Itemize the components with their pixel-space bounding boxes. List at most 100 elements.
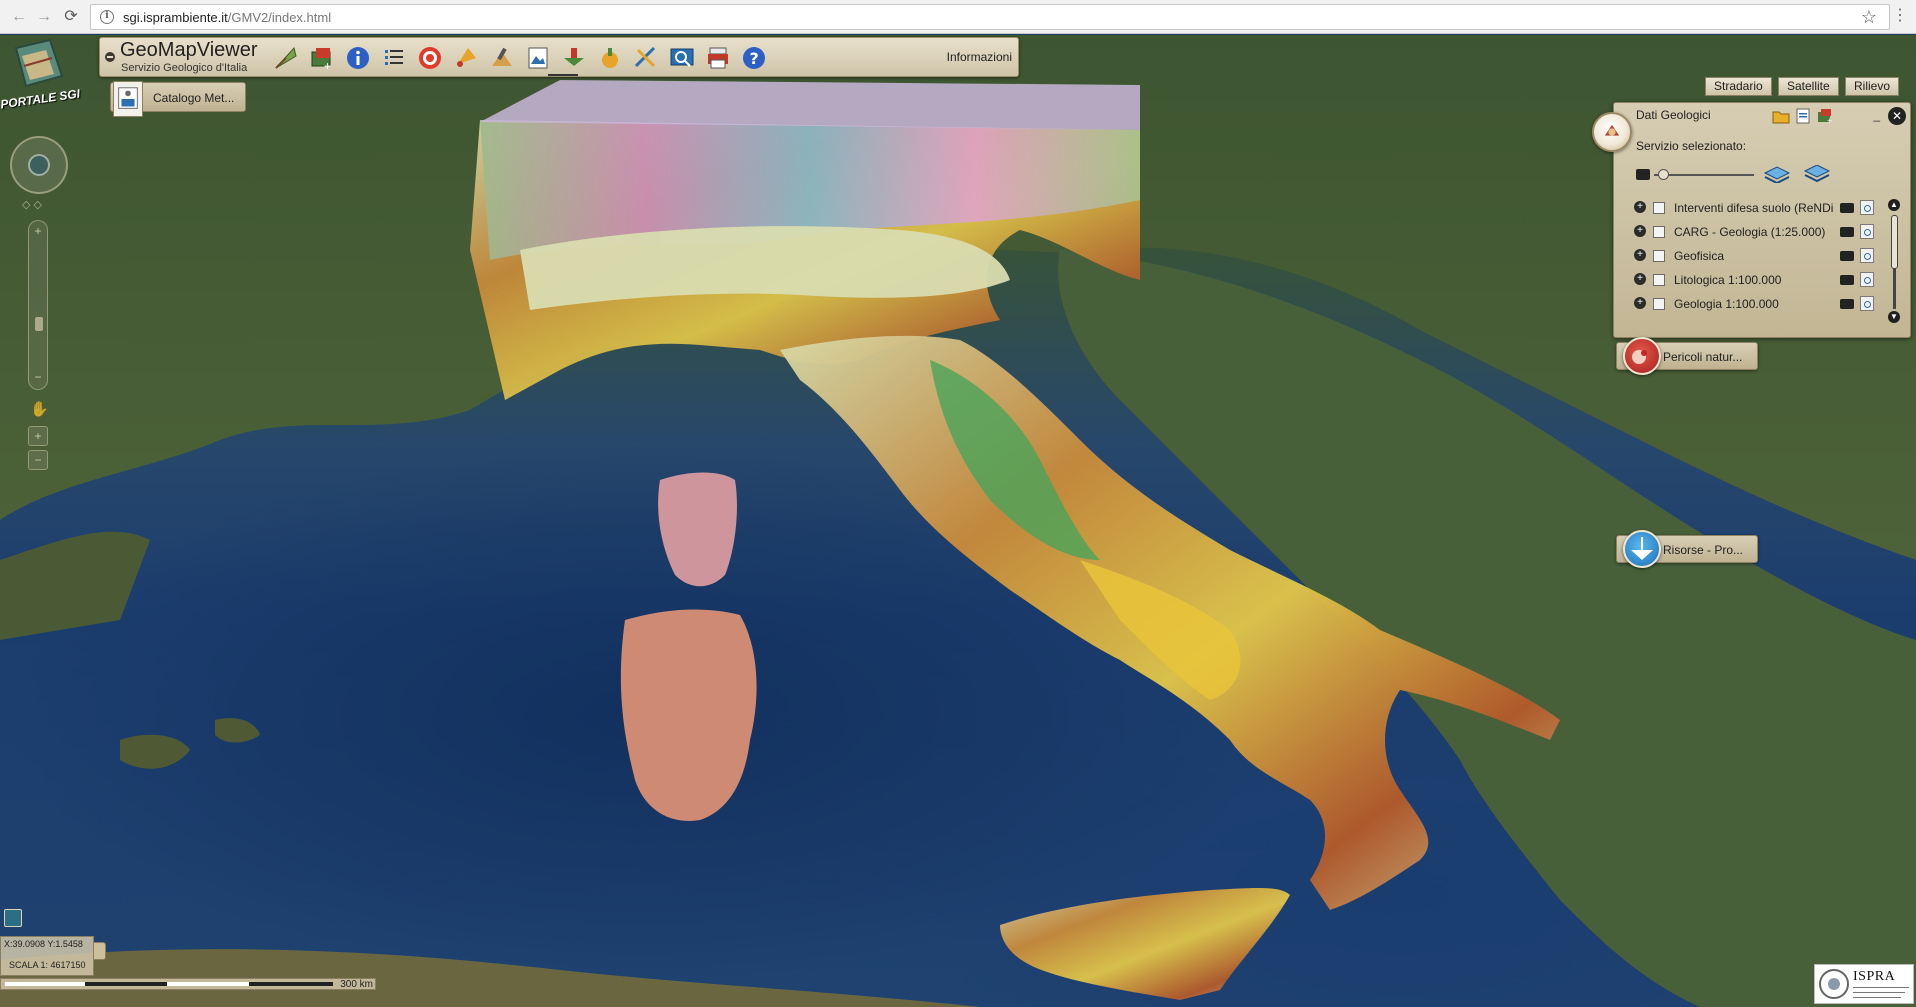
layer-opacity-icon[interactable]: [1840, 299, 1854, 309]
scale-segment: [249, 982, 333, 986]
pan-hand-icon[interactable]: ✋: [30, 400, 49, 418]
basemap-satellite-button[interactable]: Satellite: [1778, 77, 1839, 96]
add-layer-icon[interactable]: +: [1816, 107, 1834, 126]
layer-down-icon[interactable]: [1802, 164, 1832, 183]
layer-row[interactable]: + Interventi difesa suolo (ReNDiS): [1628, 199, 1900, 217]
layer-checkbox[interactable]: [1653, 298, 1665, 310]
layers-tool-icon[interactable]: +: [308, 44, 336, 73]
download-icon[interactable]: [560, 44, 588, 72]
collapse-toolbar-icon[interactable]: [105, 52, 115, 62]
kite-icon[interactable]: [272, 44, 300, 72]
ispra-seal-icon: [1819, 969, 1849, 999]
logo-rule: [1853, 987, 1909, 988]
tilt-control[interactable]: ◇ ◇: [22, 198, 42, 211]
bookmark-star-icon[interactable]: ☆: [1861, 7, 1877, 28]
folder-icon[interactable]: [1772, 107, 1790, 125]
scroll-up-icon[interactable]: ▲: [1888, 199, 1900, 211]
app-toolbar: GeoMapViewer Servizio Geologico d'Italia…: [99, 37, 1019, 77]
layer-row[interactable]: + CARG - Geologia (1:25.000): [1628, 223, 1900, 241]
ispra-logo-text: ISPRA: [1853, 969, 1896, 984]
coordinates-readout: X:39.0908 Y:1.5458: [4, 939, 83, 949]
catalog-book-icon: [113, 81, 143, 117]
zoom-in-small-button[interactable]: +: [28, 426, 48, 446]
dati-geologici-badge-icon[interactable]: [1592, 112, 1632, 152]
opacity-slider-knob[interactable]: [1658, 169, 1669, 180]
catalog-label: Catalogo Met...: [153, 91, 235, 105]
layer-opacity-icon[interactable]: [1840, 203, 1854, 213]
reload-icon[interactable]: ⟳: [60, 6, 82, 28]
print-icon[interactable]: [704, 44, 732, 72]
target-icon[interactable]: [416, 44, 444, 72]
expand-icon[interactable]: +: [1634, 273, 1646, 285]
expand-icon[interactable]: +: [1634, 249, 1646, 261]
layer-info-icon[interactable]: [1860, 272, 1874, 287]
site-info-icon[interactable]: i: [100, 10, 114, 24]
compass-control[interactable]: [10, 136, 68, 194]
layer-info-icon[interactable]: [1860, 224, 1874, 239]
document-icon[interactable]: [1794, 107, 1812, 125]
active-tool-indicator: [548, 74, 578, 76]
ruler-icon[interactable]: [632, 44, 660, 72]
ispra-logo[interactable]: ISPRA: [1814, 964, 1914, 1004]
layer-opacity-icon[interactable]: [1840, 251, 1854, 261]
layer-label: Geofisica: [1674, 249, 1725, 263]
pericoli-naturali-tab[interactable]: Pericoli natur...: [1616, 337, 1758, 375]
layer-row[interactable]: + Geologia 1:100.000: [1628, 295, 1900, 313]
layer-opacity-icon[interactable]: [1840, 275, 1854, 285]
catalogo-metadati-button[interactable]: Catalogo Met...: [110, 81, 246, 117]
layer-row[interactable]: + Litologica 1:100.000: [1628, 271, 1900, 289]
scroll-thumb[interactable]: [1891, 215, 1898, 269]
expand-icon[interactable]: +: [1634, 225, 1646, 237]
address-bar[interactable]: i sgi.isprambiente.it/GMV2/index.html ☆: [90, 4, 1890, 30]
scale-readout: SCALA 1: 4617150: [9, 960, 86, 970]
coordinates-panel: X:39.0908 Y:1.5458 SCALA 1: 4617150: [0, 936, 94, 976]
layer-row[interactable]: + Geofisica: [1628, 247, 1900, 265]
zoom-out-small-button[interactable]: −: [28, 450, 48, 470]
basemap-stradario-button[interactable]: Stradario: [1705, 77, 1772, 96]
map-frame-icon[interactable]: [524, 44, 552, 72]
zoom-slider[interactable]: [28, 220, 48, 390]
layer-list-scrollbar[interactable]: ▲ ▼: [1888, 199, 1900, 325]
expand-icon[interactable]: +: [1634, 297, 1646, 309]
zoom-in-button[interactable]: +: [31, 224, 45, 238]
url-host: sgi.isprambiente.it: [123, 10, 228, 25]
back-arrow-icon[interactable]: ←: [8, 6, 30, 28]
globe-icon: [28, 154, 50, 176]
expand-icon[interactable]: +: [1634, 201, 1646, 213]
help-icon[interactable]: ?: [740, 44, 768, 72]
layer-info-icon[interactable]: [1860, 200, 1874, 215]
scale-segment: [167, 982, 249, 986]
coordinates-toggle-tab[interactable]: [94, 942, 106, 960]
selected-service-label: Servizio selezionato:: [1636, 139, 1747, 153]
basemap-rilievo-button[interactable]: Rilievo: [1845, 77, 1900, 96]
list-icon[interactable]: [380, 44, 408, 72]
layer-checkbox[interactable]: [1653, 274, 1665, 286]
opacity-slider[interactable]: [1654, 174, 1754, 176]
url-text: sgi.isprambiente.it/GMV2/index.html: [123, 10, 331, 25]
layer-checkbox[interactable]: [1653, 202, 1665, 214]
scroll-down-icon[interactable]: ▼: [1888, 311, 1900, 323]
hand-tool-icon[interactable]: [596, 44, 624, 72]
informazioni-link[interactable]: Informazioni: [947, 50, 1012, 64]
zoom-out-button[interactable]: −: [31, 370, 45, 384]
rock-hammer-icon[interactable]: [488, 44, 516, 72]
forward-arrow-icon[interactable]: →: [33, 6, 55, 28]
layer-info-icon[interactable]: [1860, 248, 1874, 263]
info-icon[interactable]: [344, 44, 372, 72]
layer-checkbox[interactable]: [1653, 226, 1665, 238]
risorse-label: Risorse - Pro...: [1663, 543, 1744, 557]
app-title: GeoMapViewer: [120, 39, 258, 61]
browser-menu-icon[interactable]: ⋮: [1892, 5, 1908, 25]
layer-info-icon[interactable]: [1860, 296, 1874, 311]
risorse-prospezioni-tab[interactable]: Risorse - Pro...: [1616, 530, 1758, 568]
scale-bar-label: 300 km: [340, 979, 373, 990]
layer-opacity-icon[interactable]: [1840, 227, 1854, 237]
minimize-panel-button[interactable]: _: [1873, 108, 1880, 122]
layer-up-icon[interactable]: [1762, 165, 1792, 185]
zoom-slider-knob[interactable]: [35, 317, 43, 331]
google-earth-icon[interactable]: [4, 909, 22, 927]
map-search-icon[interactable]: [668, 44, 696, 72]
layer-checkbox[interactable]: [1653, 250, 1665, 262]
close-panel-button[interactable]: ✕: [1888, 107, 1906, 125]
pin-tool-icon[interactable]: [452, 44, 480, 72]
